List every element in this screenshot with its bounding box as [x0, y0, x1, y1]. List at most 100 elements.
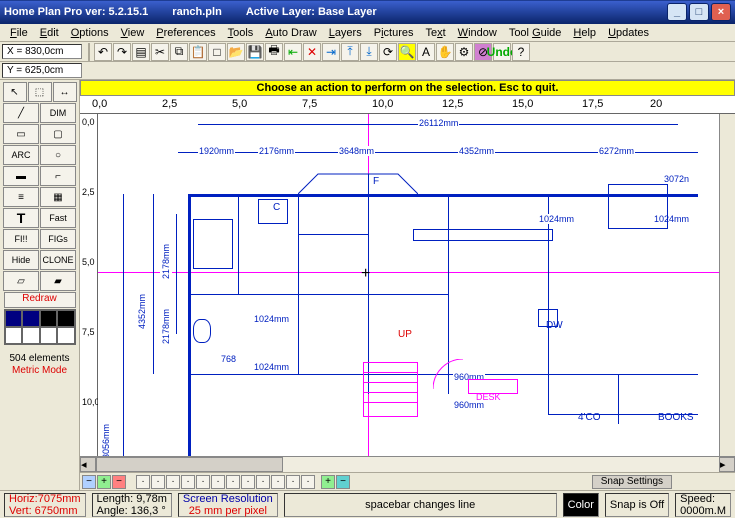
toolbar-row: X = 830,0cm ↶ ↷ ▤ ✂ ⧉ 📋 □ 📂 💾 🖶 ⇤ ✕ ⇥ ⤒ …	[0, 42, 735, 62]
horizontal-scrollbar[interactable]: ◂ ▸	[80, 456, 735, 472]
menu-bar: File Edit Options View Preferences Tools…	[0, 24, 735, 42]
text-icon[interactable]: A	[417, 43, 435, 61]
rect2-tool[interactable]: ▢	[40, 124, 76, 144]
clone-tool[interactable]: CLONE	[40, 250, 76, 270]
save-icon[interactable]: 💾	[246, 43, 264, 61]
scroll-right-button[interactable]: ▸	[719, 457, 735, 472]
copy-icon[interactable]: ⧉	[170, 43, 188, 61]
zoom-in-2-button[interactable]: +	[321, 475, 335, 489]
color-button[interactable]: Color	[563, 493, 599, 517]
grid-dot-3[interactable]: ·	[166, 475, 180, 489]
align-right-icon[interactable]: ⇥	[322, 43, 340, 61]
menu-view[interactable]: View	[115, 26, 151, 40]
main-area: ↖ ⬚ ↔ ╱ DIM ▭ ▢ ARC ○ ▬ ⌐ ≡ ▦ T Fast FI!…	[0, 80, 735, 490]
horizontal-ruler: 0,0 2,5 5,0 7,5 10,0 12,5 15,0 17,5 20	[80, 96, 735, 114]
redraw-button[interactable]: Redraw	[4, 292, 76, 308]
close-button[interactable]: ×	[711, 3, 731, 21]
eraser-tool[interactable]: ▱	[3, 271, 39, 291]
vertical-scrollbar[interactable]	[719, 114, 735, 456]
menu-tools[interactable]: Tools	[222, 26, 260, 40]
redo-icon[interactable]: ↷	[113, 43, 131, 61]
measure-tool[interactable]: ↔	[53, 82, 77, 102]
file-name: ranch.pln	[172, 6, 222, 18]
fast-tool[interactable]: Fast	[40, 208, 76, 228]
scroll-left-button[interactable]: ◂	[80, 457, 96, 472]
line-tool[interactable]: ╱	[3, 103, 39, 123]
menu-preferences[interactable]: Preferences	[150, 26, 221, 40]
new-icon[interactable]: □	[208, 43, 226, 61]
align-bottom-icon[interactable]: ⤓	[360, 43, 378, 61]
hide-tool[interactable]: Hide	[3, 250, 39, 270]
status-resolution: Screen Resolution 25 mm per pixel	[178, 493, 278, 517]
menu-updates[interactable]: Updates	[602, 26, 655, 40]
circle-tool[interactable]: ○	[40, 145, 76, 165]
pointer-tool[interactable]: ↖	[3, 82, 27, 102]
grid-dot-6[interactable]: ·	[211, 475, 225, 489]
maximize-button[interactable]: □	[689, 3, 709, 21]
status-horiz-vert: Horiz:7075mm Vert: 6750mm	[4, 493, 86, 517]
wall-tool[interactable]: ▬	[3, 166, 39, 186]
hatch-tool[interactable]: ▦	[40, 187, 76, 207]
cut-icon[interactable]: ✂	[151, 43, 169, 61]
menu-autodraw[interactable]: Auto Draw	[259, 26, 322, 40]
grid-dot-1[interactable]: ·	[136, 475, 150, 489]
hand-icon[interactable]: ✋	[436, 43, 454, 61]
paste-icon[interactable]: 📋	[189, 43, 207, 61]
door-tool[interactable]: ⌐	[40, 166, 76, 186]
grid-dot-4[interactable]: ·	[181, 475, 195, 489]
grid-dot-7[interactable]: ·	[226, 475, 240, 489]
menu-options[interactable]: Options	[65, 26, 115, 40]
print-icon[interactable]: 🖶	[265, 43, 283, 61]
snap-settings-button[interactable]: Snap Settings	[592, 475, 672, 489]
select-tool[interactable]: ⬚	[28, 82, 52, 102]
grid-dot-9[interactable]: ·	[256, 475, 270, 489]
layers-icon[interactable]: ▤	[132, 43, 150, 61]
color-palette[interactable]	[4, 309, 76, 345]
coord-row-2: Y = 625,0cm	[0, 62, 735, 80]
search-icon[interactable]: 🔍	[398, 43, 416, 61]
vertical-ruler: 0,0 2,5 5,0 7,5 10,0	[80, 114, 98, 456]
grid-dot-12[interactable]: ·	[301, 475, 315, 489]
fill-tool[interactable]: FI!!	[3, 229, 39, 249]
help-icon[interactable]: ?	[512, 43, 530, 61]
open-icon[interactable]: 📂	[227, 43, 245, 61]
delete-icon[interactable]: ✕	[303, 43, 321, 61]
dim-tool[interactable]: DIM	[40, 103, 76, 123]
menu-file[interactable]: File	[4, 26, 34, 40]
stairs-tool[interactable]: ≡	[3, 187, 39, 207]
zoom-in-button[interactable]: +	[97, 475, 111, 489]
zoom-alt-button[interactable]: −	[336, 475, 350, 489]
menu-toolguide[interactable]: Tool Guide	[503, 26, 568, 40]
figs-tool[interactable]: FIGs	[40, 229, 76, 249]
scroll-thumb[interactable]	[96, 457, 283, 472]
status-hint: spacebar changes line	[284, 493, 557, 517]
grid-dot-10[interactable]: ·	[271, 475, 285, 489]
rotate-icon[interactable]: ⟳	[379, 43, 397, 61]
drawing-canvas[interactable]: 26112mm 1920mm 2176mm 3648mm 4352mm 6272…	[98, 114, 719, 456]
grid-dot-11[interactable]: ·	[286, 475, 300, 489]
brush-tool[interactable]: ▰	[40, 271, 76, 291]
align-left-icon[interactable]: ⇤	[284, 43, 302, 61]
arc-tool[interactable]: ARC	[3, 145, 39, 165]
menu-text[interactable]: Text	[419, 26, 451, 40]
text-tool[interactable]: T	[3, 208, 39, 228]
menu-window[interactable]: Window	[452, 26, 503, 40]
grid-dot-5[interactable]: ·	[196, 475, 210, 489]
minimize-button[interactable]: _	[667, 3, 687, 21]
undo-text-button[interactable]: Undo	[493, 43, 511, 61]
undo-icon[interactable]: ↶	[94, 43, 112, 61]
snap-zoom-bar: − + − · · · · · · · · · · · · + − Snap S…	[80, 472, 735, 490]
zoom-out-button[interactable]: −	[82, 475, 96, 489]
left-tool-panel: ↖ ⬚ ↔ ╱ DIM ▭ ▢ ARC ○ ▬ ⌐ ≡ ▦ T Fast FI!…	[0, 80, 80, 490]
menu-edit[interactable]: Edit	[34, 26, 65, 40]
menu-layers[interactable]: Layers	[323, 26, 368, 40]
menu-help[interactable]: Help	[567, 26, 602, 40]
align-top-icon[interactable]: ⤒	[341, 43, 359, 61]
rect-tool[interactable]: ▭	[3, 124, 39, 144]
menu-pictures[interactable]: Pictures	[368, 26, 420, 40]
grid-dot-2[interactable]: ·	[151, 475, 165, 489]
canvas-area: Choose an action to perform on the selec…	[80, 80, 735, 490]
zoom-reset-button[interactable]: −	[112, 475, 126, 489]
grid-dot-8[interactable]: ·	[241, 475, 255, 489]
tool-icon[interactable]: ⚙	[455, 43, 473, 61]
